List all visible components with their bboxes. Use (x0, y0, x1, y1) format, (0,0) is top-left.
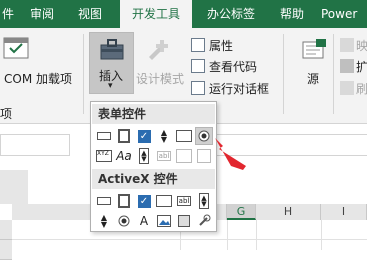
sheet-corner (0, 170, 28, 204)
callout-arrow-icon (215, 138, 246, 170)
properties-icon (191, 38, 205, 52)
map-properties-icon (340, 38, 354, 52)
image-icon[interactable] (155, 212, 173, 230)
button-control-icon[interactable] (95, 127, 113, 145)
design-mode-button[interactable]: 设计模式 (136, 70, 184, 87)
view-code-button[interactable]: 查看代码 (209, 58, 257, 75)
gridline (227, 220, 228, 250)
row-header[interactable] (0, 220, 12, 240)
run-dialog-icon (191, 81, 205, 95)
name-box[interactable] (0, 134, 70, 156)
check-box-control-icon[interactable]: ✓ (135, 127, 153, 145)
scroll-bar-control-icon[interactable]: ▲ ▼ (135, 147, 153, 165)
column-header-g[interactable]: G (227, 204, 256, 220)
design-mode-icon (149, 40, 168, 60)
properties-button[interactable]: 属性 (209, 37, 233, 54)
insert-controls-button[interactable]: 插入 ▾ (89, 32, 134, 94)
check-box-icon[interactable]: ✓ (135, 192, 153, 210)
activex-controls-heading: ActiveX 控件 (92, 169, 215, 189)
tab-help[interactable]: 帮助 (280, 0, 304, 28)
gridline (256, 220, 257, 250)
tab-file[interactable]: 件 (0, 0, 16, 28)
toggle-button-icon[interactable] (175, 212, 193, 230)
map-properties-button[interactable]: 映 (356, 37, 367, 54)
tab-review[interactable]: 审阅 (30, 0, 54, 28)
expansion-packs-button[interactable]: 扩 (356, 58, 367, 75)
combo-box-icon[interactable] (115, 192, 133, 210)
run-dialog-button[interactable]: 运行对话框 (209, 80, 269, 97)
more-controls-icon[interactable] (195, 212, 213, 230)
group-box-control-icon[interactable]: XYZ (95, 147, 113, 165)
combo-drop-down-edit-control-icon[interactable] (195, 147, 213, 165)
option-button-control-icon[interactable] (195, 127, 213, 145)
source-icon (302, 39, 326, 59)
scroll-bar-icon[interactable]: ▲ ▼ (195, 192, 213, 210)
refresh-data-button[interactable]: 刷 (356, 80, 367, 97)
tab-office-tabs[interactable]: 办公标签 (207, 0, 255, 28)
group-separator (333, 34, 334, 114)
list-box-control-icon[interactable] (175, 127, 193, 145)
column-header-i[interactable]: I (321, 204, 367, 220)
list-box-icon[interactable] (155, 192, 173, 210)
spin-button-icon[interactable]: ▲ ▼ (95, 212, 113, 230)
chevron-down-icon: ▾ (108, 81, 113, 91)
com-addins-button[interactable]: COM 加载项 (4, 70, 72, 87)
refresh-data-icon (340, 81, 354, 95)
source-button[interactable]: 源 (307, 70, 319, 87)
option-button-icon[interactable] (115, 212, 133, 230)
view-code-icon (191, 59, 205, 73)
spin-button-control-icon[interactable]: ▲ ▼ (155, 127, 173, 145)
com-addin-icon (3, 37, 29, 59)
toolbox-icon (100, 39, 124, 60)
label-icon[interactable]: A (135, 212, 153, 230)
tab-power[interactable]: Power (321, 0, 357, 28)
ribbon-tab-bar: 件 审阅 视图 开发工具 办公标签 帮助 Power (0, 0, 367, 28)
form-controls-heading: 表单控件 (92, 104, 215, 124)
group-separator (283, 34, 284, 114)
text-box-icon[interactable]: abl (175, 192, 193, 210)
insert-controls-gallery: 表单控件 ✓ ▲ ▼ XYZ Aa ▲ ▼ abl ActiveX 控件 ✓ abl… (90, 101, 217, 232)
group-separator (83, 34, 84, 114)
label-control-icon[interactable]: Aa (115, 147, 133, 165)
row-header[interactable] (0, 240, 12, 260)
command-button-icon[interactable] (95, 192, 113, 210)
tab-view[interactable]: 视图 (78, 0, 102, 28)
text-field-control-icon[interactable]: abl (155, 147, 173, 165)
tab-developer[interactable]: 开发工具 (120, 0, 192, 28)
combo-box-control-icon[interactable] (115, 127, 133, 145)
combo-list-edit-control-icon[interactable] (175, 147, 193, 165)
gridline (12, 239, 367, 240)
expansion-packs-icon (340, 59, 354, 73)
gridline (321, 220, 322, 250)
addins-group-label: 项 (0, 107, 13, 121)
column-header-h[interactable]: H (256, 204, 321, 220)
